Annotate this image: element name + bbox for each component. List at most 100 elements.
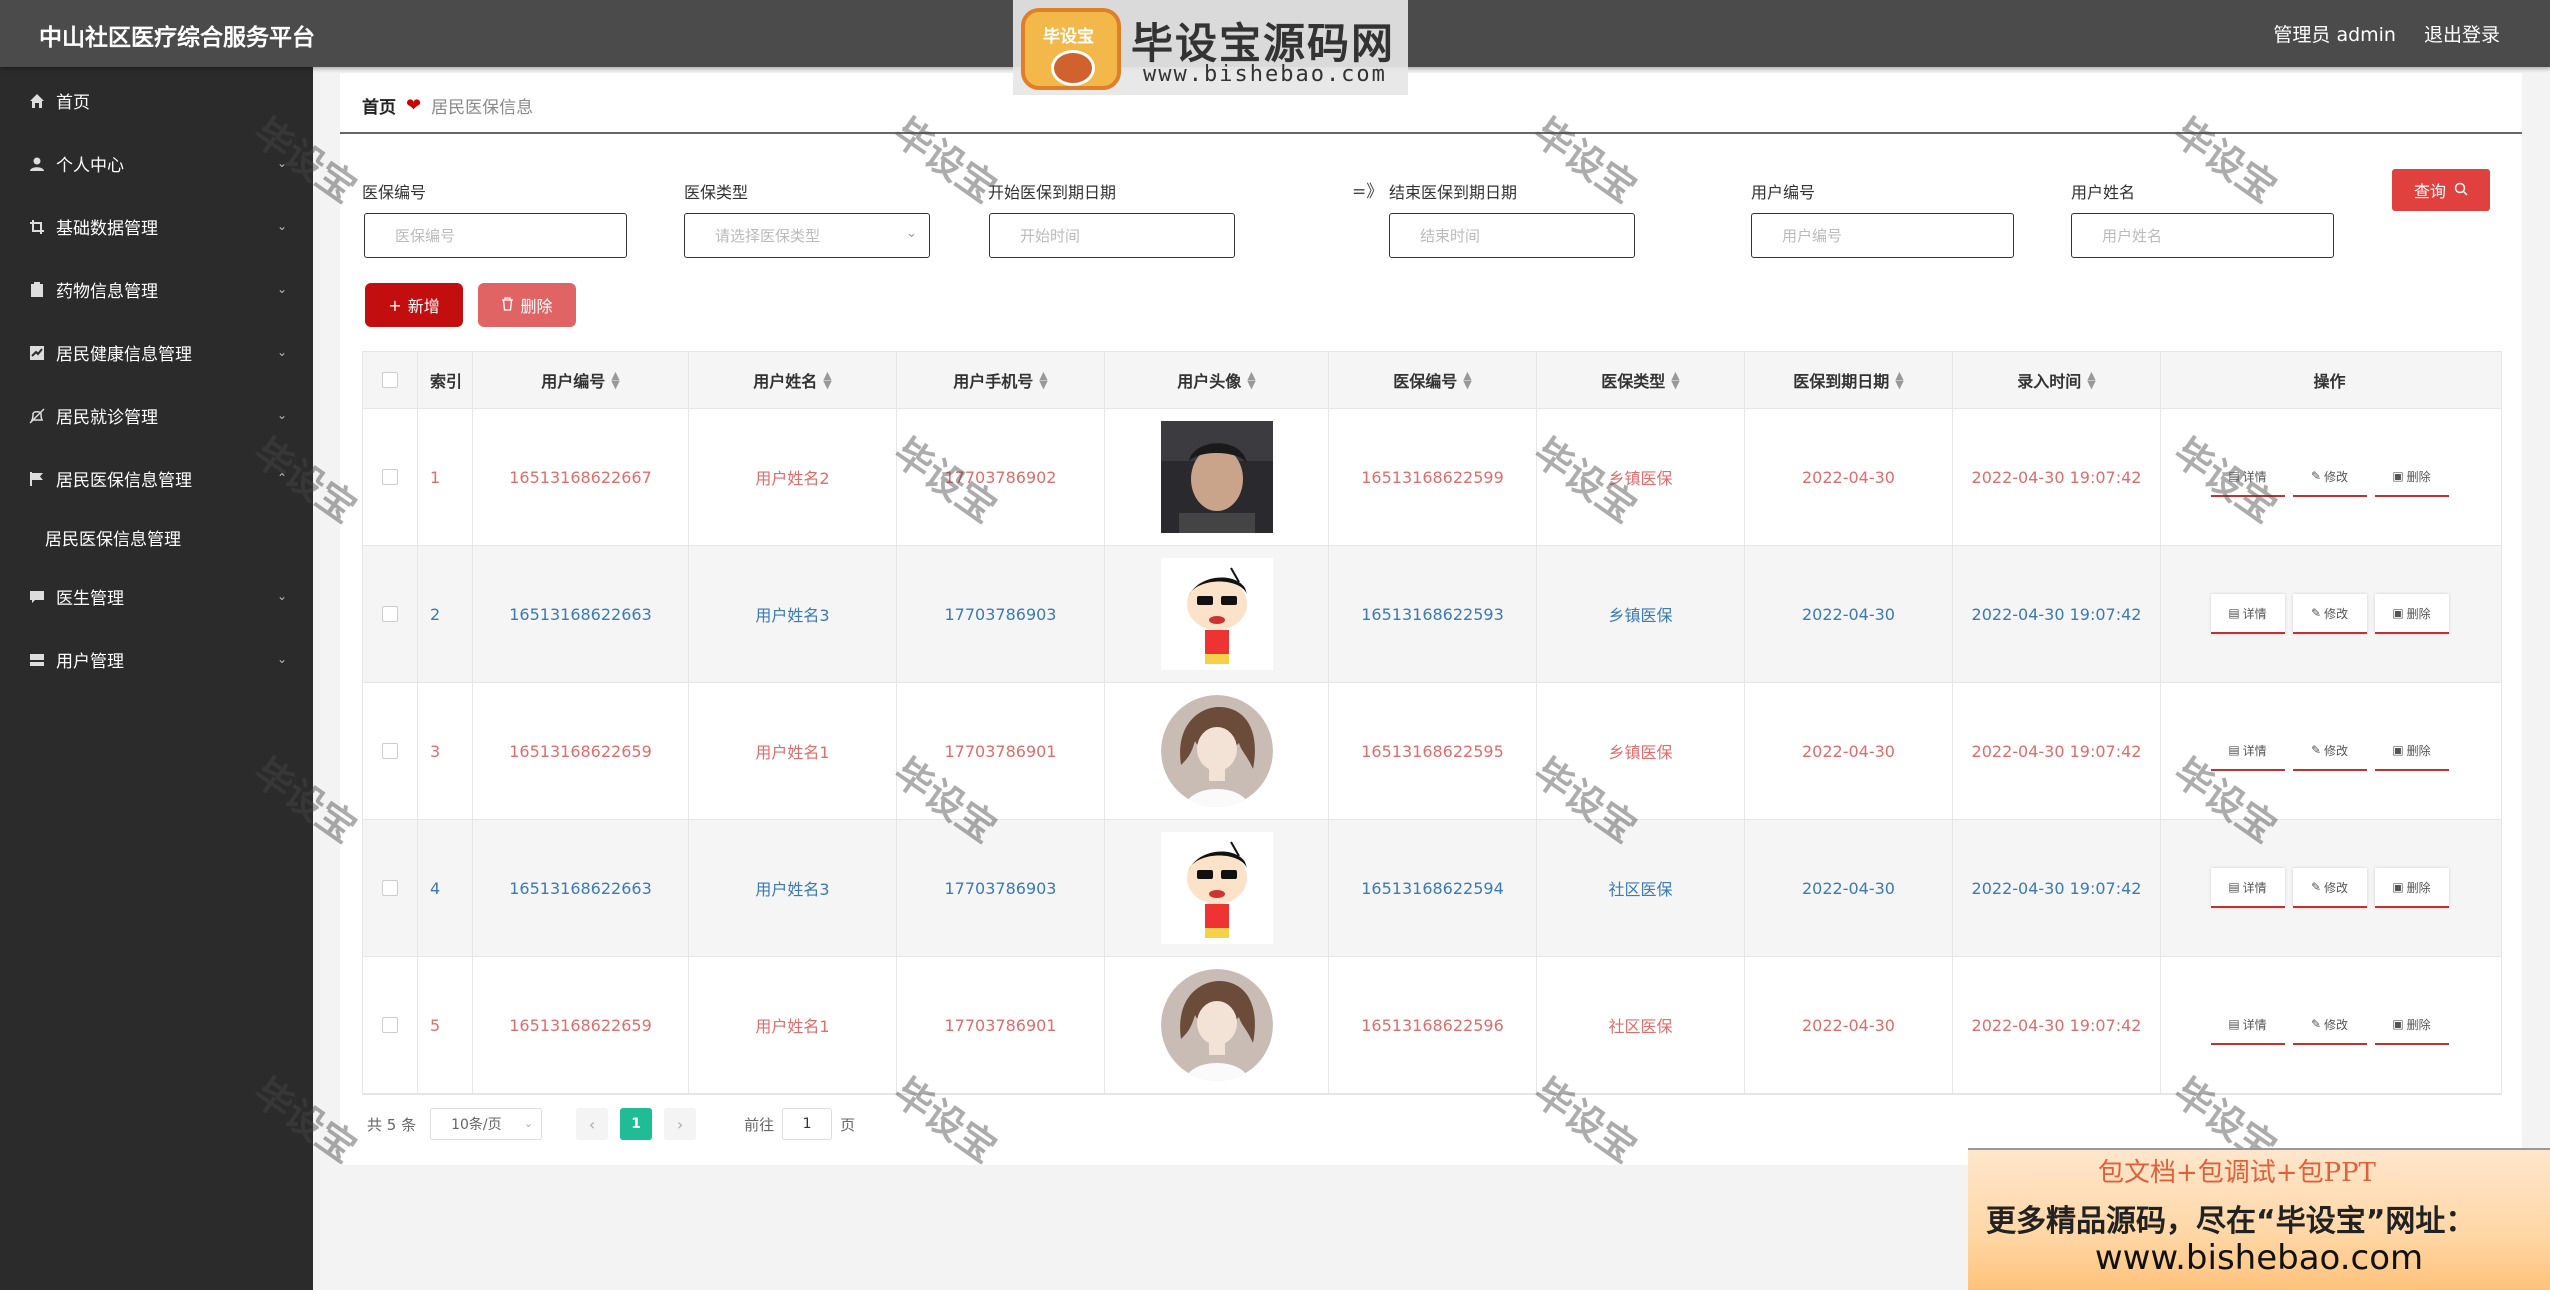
watermark-badge-text: 毕设宝 <box>1043 27 1094 47</box>
edit-button[interactable]: ✎ 修改 <box>2292 457 2367 497</box>
cell-ins-type: 乡镇医保 <box>1537 409 1745 545</box>
sidebar-item-profile[interactable]: 个人中心 ⌄ <box>0 132 313 195</box>
row-checkbox[interactable] <box>382 880 398 896</box>
cell-created: 2022-04-30 19:07:42 <box>1953 683 2161 819</box>
goto-label: 前往 <box>744 1115 775 1134</box>
batch-delete-button[interactable]: 删除 <box>478 283 576 327</box>
sort-icon: ▲ ▼ <box>1895 369 1904 391</box>
detail-button[interactable]: ▤ 详情 <box>2210 1005 2285 1045</box>
crop-icon <box>28 218 46 236</box>
document-icon: ▤ <box>2228 469 2240 483</box>
sort-icon: ▲ ▼ <box>1039 369 1048 391</box>
detail-button[interactable]: ▤ 详情 <box>2210 594 2285 634</box>
sidebar-item-visits[interactable]: 居民就诊管理 ⌄ <box>0 384 313 447</box>
document-icon: ▤ <box>2228 1017 2240 1031</box>
ins-no-input[interactable]: 医保编号 <box>364 213 627 258</box>
delete-button[interactable]: ▣ 删除 <box>2374 594 2449 634</box>
prev-page-button[interactable]: ‹ <box>576 1108 609 1140</box>
cell-user-no: 16513168622663 <box>473 820 689 956</box>
table-row[interactable]: 3 16513168622659 用户姓名1 17703786901 165131686… <box>363 683 2501 820</box>
user-no-label: 用户编号 <box>1751 183 1816 202</box>
cell-ins-no: 16513168622594 <box>1329 820 1537 956</box>
breadcrumb-home[interactable]: 首页 <box>362 93 396 118</box>
trash-icon: ▣ <box>2392 743 2404 757</box>
sort-icon: ▲ ▼ <box>823 369 832 391</box>
add-button-label: 新增 <box>407 297 440 316</box>
cell-phone: 17703786901 <box>897 957 1105 1093</box>
admin-label[interactable]: 管理员 admin <box>2273 20 2396 47</box>
header-avatar[interactable]: 用户头像 ▲ ▼ <box>1105 352 1329 408</box>
chevron-down-icon: ⌄ <box>276 345 287 359</box>
select-all-checkbox[interactable] <box>382 372 398 388</box>
table-row[interactable]: 5 16513168622659 用户姓名1 17703786901 165131686… <box>363 957 2501 1094</box>
header-user-name[interactable]: 用户姓名 ▲ ▼ <box>689 352 897 408</box>
sidebar: 首页 个人中心 ⌄ 基础数据管理 ⌄ 药物信息管理 ⌄ 居民健康信息管理 ⌄ 居… <box>0 67 313 1290</box>
chevron-down-icon: ⌄ <box>276 589 287 603</box>
page-number-current[interactable]: 1 <box>620 1108 653 1140</box>
sidebar-item-users[interactable]: 用户管理 ⌄ <box>0 628 313 691</box>
header-created[interactable]: 录入时间 ▲ ▼ <box>1953 352 2161 408</box>
edit-button[interactable]: ✎ 修改 <box>2292 731 2367 771</box>
sidebar-item-doctors[interactable]: 医生管理 ⌄ <box>0 565 313 628</box>
sidebar-item-label: 居民就诊管理 <box>56 408 158 428</box>
header-expire[interactable]: 医保到期日期 ▲ ▼ <box>1745 352 1953 408</box>
edit-icon: ✎ <box>2310 880 2322 894</box>
goto-page-input[interactable]: 1 <box>782 1108 833 1140</box>
detail-button[interactable]: ▤ 详情 <box>2210 731 2285 771</box>
row-checkbox[interactable] <box>382 606 398 622</box>
detail-button[interactable]: ▤ 详情 <box>2210 457 2285 497</box>
cell-ins-no: 16513168622599 <box>1329 409 1537 545</box>
sidebar-item-label: 用户管理 <box>56 652 124 672</box>
cell-user-name: 用户姓名2 <box>689 409 897 545</box>
document-icon: ▤ <box>2228 606 2240 620</box>
edit-button[interactable]: ✎ 修改 <box>2292 1005 2367 1045</box>
sidebar-item-insurance[interactable]: 居民医保信息管理 ⌃ <box>0 447 313 510</box>
sidebar-item-home[interactable]: 首页 <box>0 69 313 132</box>
chevron-down-icon: ⌄ <box>276 219 287 233</box>
detail-button[interactable]: ▤ 详情 <box>2210 868 2285 908</box>
delete-button[interactable]: ▣ 删除 <box>2374 1005 2449 1045</box>
row-checkbox[interactable] <box>382 469 398 485</box>
delete-button[interactable]: ▣ 删除 <box>2374 457 2449 497</box>
user-no-input[interactable]: 用户编号 <box>1751 213 2014 258</box>
logout-button[interactable]: 退出登录 <box>2424 20 2500 47</box>
start-date-input[interactable]: 开始时间 <box>989 213 1235 258</box>
cell-ins-type: 社区医保 <box>1537 957 1745 1093</box>
add-button[interactable]: + 新增 <box>365 283 463 327</box>
cell-index: 2 <box>418 546 473 682</box>
chevron-down-icon: ⌄ <box>276 282 287 296</box>
page-size-select[interactable]: 10条/页 ⌄ <box>430 1108 543 1140</box>
header-user-no[interactable]: 用户编号 ▲ ▼ <box>473 352 689 408</box>
sort-icon: ▲ ▼ <box>1671 369 1680 391</box>
edit-button[interactable]: ✎ 修改 <box>2292 868 2367 908</box>
user-icon <box>28 155 46 173</box>
sort-icon: ▲ ▼ <box>1247 369 1256 391</box>
next-page-button[interactable]: › <box>664 1108 697 1140</box>
delete-button[interactable]: ▣ 删除 <box>2374 868 2449 908</box>
cell-user-no: 16513168622659 <box>473 683 689 819</box>
chevron-down-icon: ⌄ <box>276 652 287 666</box>
header-ins-no[interactable]: 医保编号 ▲ ▼ <box>1329 352 1537 408</box>
chevron-up-icon: ⌃ <box>276 471 287 485</box>
user-name-input[interactable]: 用户姓名 <box>2071 213 2334 258</box>
table-row[interactable]: 4 16513168622663 用户姓名3 17703786903 165131686… <box>363 820 2501 957</box>
header-ins-type[interactable]: 医保类型 ▲ ▼ <box>1537 352 1745 408</box>
cell-expire: 2022-04-30 <box>1745 683 1953 819</box>
sidebar-item-medicine[interactable]: 药物信息管理 ⌄ <box>0 258 313 321</box>
edit-icon: ✎ <box>2310 743 2322 757</box>
header-phone[interactable]: 用户手机号 ▲ ▼ <box>897 352 1105 408</box>
sidebar-item-health[interactable]: 居民健康信息管理 ⌄ <box>0 321 313 384</box>
edit-button[interactable]: ✎ 修改 <box>2292 594 2367 634</box>
row-checkbox[interactable] <box>382 743 398 759</box>
ins-type-select[interactable]: 请选择医保类型 ⌄ <box>684 213 930 258</box>
query-button[interactable]: 查询 <box>2392 169 2490 211</box>
cell-avatar <box>1105 409 1329 545</box>
row-checkbox[interactable] <box>382 1017 398 1033</box>
table-row[interactable]: 1 16513168622667 用户姓名2 17703786902 165131686… <box>363 409 2501 546</box>
sidebar-item-label: 居民健康信息管理 <box>56 345 192 365</box>
delete-button[interactable]: ▣ 删除 <box>2374 731 2449 771</box>
sidebar-subitem-insurance-manage[interactable]: 居民医保信息管理 <box>0 510 313 565</box>
end-date-input[interactable]: 结束时间 <box>1389 213 1635 258</box>
table-row[interactable]: 2 16513168622663 用户姓名3 17703786903 165131686… <box>363 546 2501 683</box>
sidebar-item-basic-data[interactable]: 基础数据管理 ⌄ <box>0 195 313 258</box>
